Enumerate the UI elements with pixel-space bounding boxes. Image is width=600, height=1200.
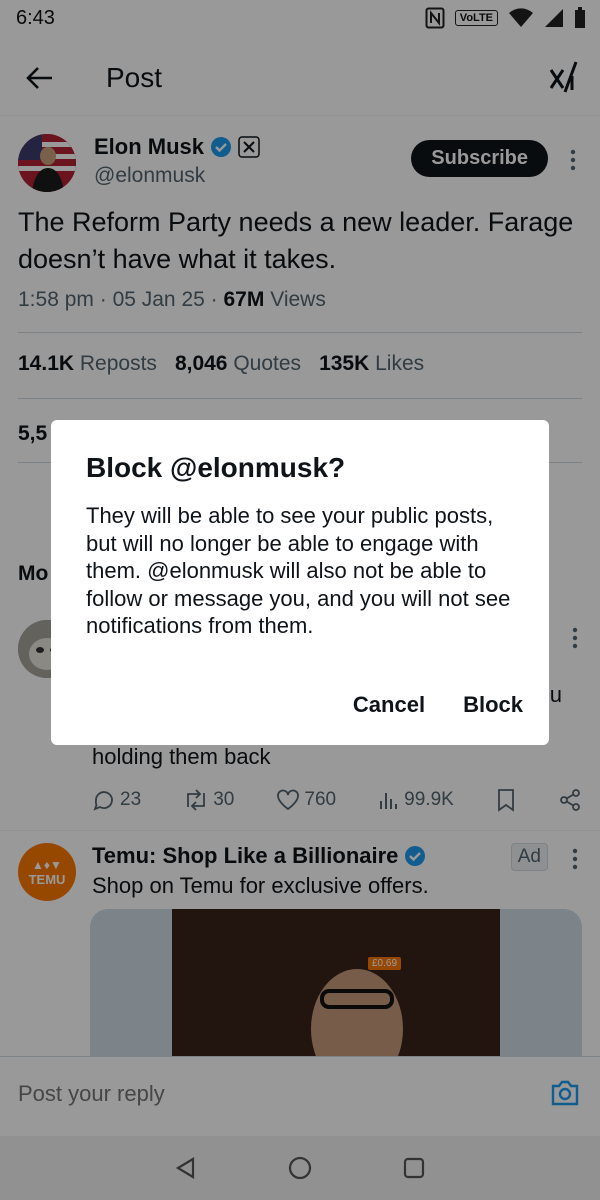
dialog-body: They will be able to see your public pos… <box>86 503 511 639</box>
dialog-actions: Cancel Block <box>353 692 523 718</box>
block-dialog: Block @elonmusk? They will be able to se… <box>51 420 549 745</box>
dialog-title: Block @elonmusk? <box>86 452 346 483</box>
cancel-button[interactable]: Cancel <box>353 692 425 718</box>
block-button[interactable]: Block <box>463 692 523 718</box>
